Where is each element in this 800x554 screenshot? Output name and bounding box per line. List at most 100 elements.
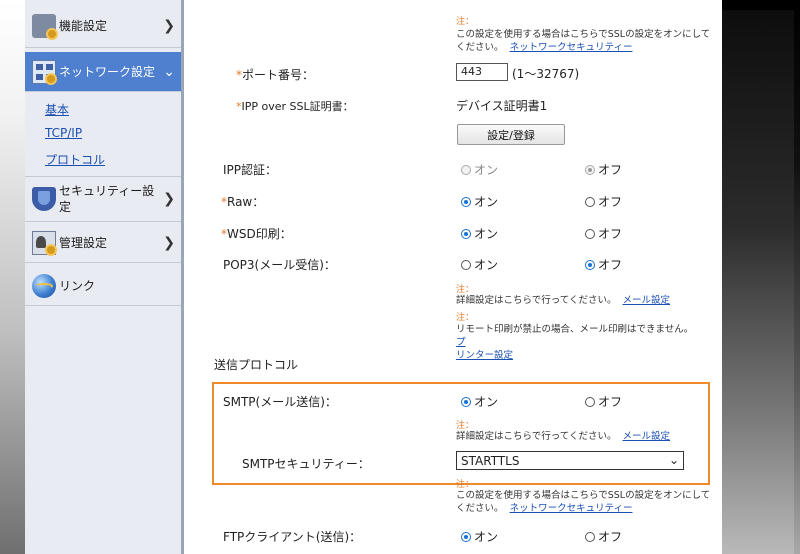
network-settings-icon — [32, 59, 57, 85]
ipp-ssl-cert-label: *IPP over SSL証明書： — [236, 98, 354, 114]
ssl-note-bottom: この設定を使用する場合はこちらでSSLの設定をオンにして ください。 ネットワー… — [456, 489, 716, 515]
sidebar-item-network-settings[interactable]: ネットワーク設定 ⌄ — [25, 52, 181, 92]
radio-button[interactable] — [585, 229, 595, 239]
mail-settings-note: 詳細設定はこちらで行ってください。 メール設定 — [456, 294, 670, 307]
port-input[interactable]: 443 — [456, 63, 508, 81]
chevron-right-icon: ❯ — [163, 234, 175, 251]
sidebar-item-label-line2: 定 — [59, 200, 72, 214]
smtp-on-radio[interactable]: オン — [461, 393, 498, 410]
network-security-link[interactable]: ネットワークセキュリティー — [510, 42, 633, 53]
wsd-print-label-text: WSD印刷： — [227, 227, 292, 241]
sidebar-item-links[interactable]: リンク — [25, 266, 181, 306]
radio-button[interactable] — [461, 197, 471, 207]
sidebar-item-label: ネットワーク設定 — [59, 65, 156, 79]
ipp-auth-label: IPP認証： — [223, 163, 278, 177]
sidebar-item-management-settings[interactable]: 管理設定 ❯ — [25, 223, 181, 263]
management-settings-icon — [32, 230, 57, 256]
radio-label: オン — [474, 227, 499, 241]
smtp-label: SMTP(メール送信)： — [223, 395, 337, 409]
globe-icon — [32, 273, 56, 298]
remote-print-note: リモート印刷が禁止の場合、メール印刷はできません。 プ リンター設定 — [456, 323, 706, 362]
pop3-on-radio[interactable]: オン — [461, 256, 498, 273]
smtp-security-label: SMTPセキュリティー： — [242, 457, 370, 471]
sidebar-subitem-tcpip[interactable]: TCP/IP — [45, 126, 82, 140]
sidebar-subitem-protocol[interactable]: プロトコル — [45, 151, 105, 168]
chevron-right-icon: ❯ — [163, 191, 175, 207]
note-label: 注： — [456, 17, 475, 27]
shield-icon — [32, 187, 56, 211]
sidebar: 機能設定 ❯ ネットワーク設定 ⌄ 基本 TCP/IP プロトコル セキュリティ… — [25, 0, 184, 554]
radio-button[interactable] — [461, 397, 471, 407]
radio-label: オフ — [598, 163, 623, 177]
radio-label: オン — [474, 395, 499, 409]
radio-button[interactable] — [461, 260, 471, 270]
port-label: *ポート番号： — [236, 66, 314, 83]
ftp-on-radio[interactable]: オン — [461, 528, 498, 545]
radio-label: オフ — [598, 395, 623, 409]
sidebar-item-security-settings[interactable]: セキュリティー設 定 ❯ — [25, 176, 181, 222]
raw-label: *Raw： — [221, 193, 264, 210]
main-content: 注： この設定を使用する場合はこちらでSSLの設定をオンにして ください。 ネッ… — [184, 0, 722, 554]
wsd-print-label: *WSD印刷： — [221, 225, 292, 242]
wsd-on-radio[interactable]: オン — [461, 225, 498, 242]
radio-button — [461, 165, 471, 175]
ipp-auth-off-radio: オフ — [585, 161, 622, 178]
ssl-note: この設定を使用する場合はこちらでSSLの設定をオンにして ください。 ネットワー… — [456, 28, 716, 54]
ipp-ssl-cert-label-text: IPP over SSL証明書： — [241, 100, 354, 113]
printer-settings-link[interactable]: リンター設定 — [456, 350, 513, 361]
smtp-security-select[interactable]: STARTTLS ⌄ — [456, 451, 684, 470]
window-frame-right-inner — [722, 10, 794, 554]
note-text: この設定を使用する場合はこちらでSSLの設定をオンにして — [456, 490, 711, 501]
radio-button[interactable] — [461, 229, 471, 239]
ipp-auth-on-radio: オン — [461, 161, 498, 178]
radio-button[interactable] — [585, 260, 595, 270]
mail-settings-link[interactable]: メール設定 — [623, 431, 671, 442]
radio-label: オン — [474, 530, 499, 544]
radio-button[interactable] — [585, 532, 595, 542]
window-frame-left — [0, 0, 25, 554]
chevron-down-icon: ⌄ — [668, 453, 679, 467]
sidebar-item-function-settings[interactable]: 機能設定 ❯ — [25, 4, 181, 48]
note-text: ください。 — [456, 503, 504, 514]
radio-button — [585, 165, 595, 175]
radio-label: オン — [474, 258, 499, 272]
note-label: 注： — [456, 313, 475, 323]
radio-label: オン — [474, 163, 499, 177]
radio-label: オフ — [598, 258, 623, 272]
pop3-label: POP3(メール受信)： — [223, 258, 336, 272]
port-label-text: ポート番号： — [242, 68, 315, 82]
radio-button[interactable] — [461, 532, 471, 542]
port-range: (1〜32767) — [512, 67, 580, 81]
mail-settings-link[interactable]: メール設定 — [623, 295, 671, 306]
sidebar-item-label: 管理設定 — [59, 236, 108, 250]
note-text: この設定を使用する場合はこちらでSSLの設定をオンにして — [456, 29, 711, 40]
sidebar-item-label-line1: セキュリティー設 — [59, 184, 155, 198]
note-text: 詳細設定はこちらで行ってください。 — [456, 431, 617, 442]
settings-register-button[interactable]: 設定/登録 — [457, 124, 565, 145]
raw-label-text: Raw： — [227, 195, 265, 209]
sidebar-subitem-basic[interactable]: 基本 — [45, 101, 69, 118]
ftp-client-label: FTPクライアント(送信)： — [223, 530, 362, 544]
chevron-right-icon: ❯ — [163, 17, 175, 34]
ftp-off-radio[interactable]: オフ — [585, 528, 622, 545]
smtp-mail-settings-note: 詳細設定はこちらで行ってください。 メール設定 — [456, 430, 670, 443]
sidebar-item-label: リンク — [59, 279, 96, 293]
smtp-security-value: STARTTLS — [461, 454, 520, 468]
raw-off-radio[interactable]: オフ — [585, 193, 622, 210]
radio-label: オフ — [598, 195, 623, 209]
window-frame-right — [722, 0, 800, 554]
note-text: ください。 — [456, 42, 504, 53]
wsd-off-radio[interactable]: オフ — [585, 225, 622, 242]
radio-label: オフ — [598, 530, 623, 544]
radio-button[interactable] — [585, 397, 595, 407]
printer-settings-link[interactable]: プ — [456, 337, 466, 348]
network-security-link[interactable]: ネットワークセキュリティー — [510, 503, 633, 514]
note-text: リモート印刷が禁止の場合、メール印刷はできません。 — [456, 324, 694, 335]
radio-button[interactable] — [585, 197, 595, 207]
raw-on-radio[interactable]: オン — [461, 193, 498, 210]
radio-label: オフ — [598, 227, 623, 241]
sidebar-item-label: 機能設定 — [59, 19, 108, 33]
pop3-off-radio[interactable]: オフ — [585, 256, 622, 273]
smtp-off-radio[interactable]: オフ — [585, 393, 622, 410]
send-protocol-heading: 送信プロトコル — [214, 358, 299, 372]
